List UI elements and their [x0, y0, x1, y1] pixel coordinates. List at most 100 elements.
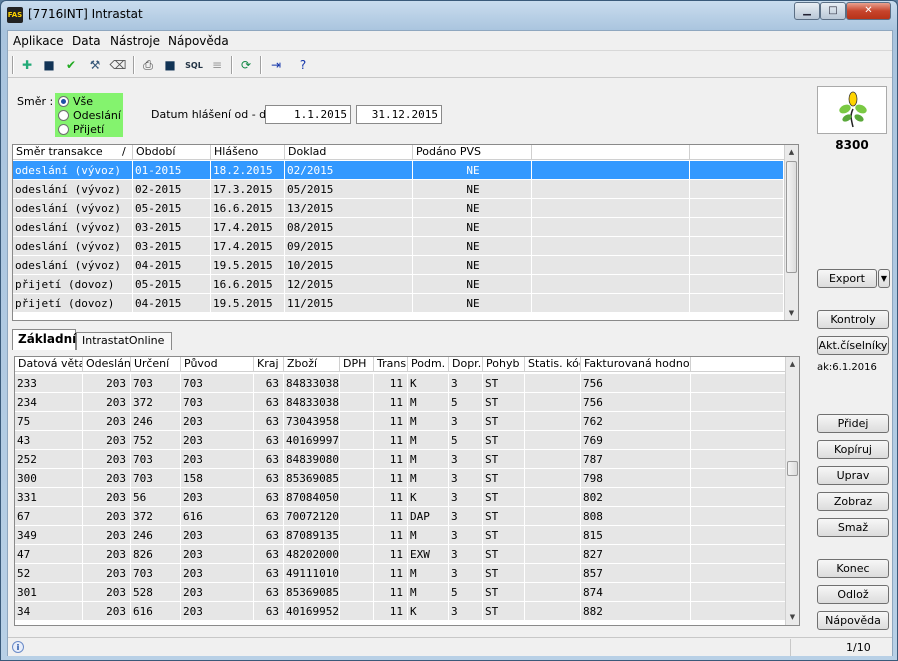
items-col-header[interactable]: Trans.	[374, 357, 408, 372]
report-cell: odeslání (vývoz)	[13, 256, 133, 275]
menu-data[interactable]: Data	[72, 34, 101, 48]
reports-scrollbar[interactable]: ▲ ▼	[784, 145, 798, 320]
item-row[interactable]: 43 203 752 203 63 401699970 11 M 5 ST 769	[15, 431, 785, 450]
akt-ciselniky-button[interactable]: Akt.číselníky	[817, 336, 889, 355]
item-cell: 11	[374, 412, 408, 431]
item-row[interactable]: 300 203 703 158 63 853690850 11 M 3 ST 798	[15, 469, 785, 488]
print-icon[interactable]: ⎙	[138, 55, 158, 75]
check-icon[interactable]: ✔	[61, 55, 81, 75]
eraser-icon[interactable]: ⌫	[108, 55, 128, 75]
item-row[interactable]: 233 203 703 703 63 848330380 11 K 3 ST 756	[15, 374, 785, 393]
minimize-button[interactable]: ▁	[794, 2, 820, 20]
col-hlaseno[interactable]: Hlášeno	[211, 145, 285, 160]
report-row[interactable]: odeslání (vývoz) 02-2015 17.3.2015 05/2015 N…	[13, 180, 784, 199]
radio-all[interactable]: Vše	[58, 95, 118, 108]
item-row[interactable]: 331 203 56 203 63 870840500 11 K 3 ST 802	[15, 488, 785, 507]
help-icon[interactable]: ?	[293, 55, 313, 75]
item-cell	[340, 583, 374, 602]
item-cell	[525, 545, 581, 564]
items-col-header[interactable]: Odeslání	[83, 357, 131, 372]
uprav-button[interactable]: Uprav	[817, 466, 889, 485]
items-scrollbar[interactable]: ▲ ▼	[785, 357, 799, 625]
item-cell: 203	[83, 583, 131, 602]
smaz-button[interactable]: Smaž	[817, 518, 889, 537]
report-cell	[690, 294, 784, 313]
radio-arrival[interactable]: Přijetí	[58, 123, 118, 136]
items-col-header[interactable]: Dopr.	[449, 357, 483, 372]
item-cell: 5	[449, 393, 483, 412]
export-button[interactable]: Export	[817, 269, 877, 288]
items-col-header[interactable]: Fakturovaná hodnota	[581, 357, 691, 372]
item-row[interactable]: 234 203 372 703 63 848330380 11 M 5 ST 756	[15, 393, 785, 412]
items-col-header[interactable]: Pohyb	[483, 357, 525, 372]
odloz-button[interactable]: Odlož	[817, 585, 889, 604]
report-cell	[532, 256, 690, 275]
date-from-input[interactable]: 1.1.2015	[265, 105, 351, 124]
sql-icon[interactable]: SQL	[184, 55, 204, 75]
item-cell: 848390800	[284, 450, 340, 469]
export-icon[interactable]: ■	[160, 55, 180, 75]
items-col-header[interactable]: Statis. kód	[525, 357, 581, 372]
item-cell: 203	[83, 526, 131, 545]
kontroly-button[interactable]: Kontroly	[817, 310, 889, 329]
menu-aplikace[interactable]: Aplikace	[13, 34, 64, 48]
col-smer[interactable]: Směr transakce	[13, 145, 133, 160]
report-cell: 12/2015	[285, 275, 413, 294]
napoveda-button[interactable]: Nápověda	[817, 611, 889, 630]
radio-dispatch[interactable]: Odeslání	[58, 109, 121, 122]
report-cell: odeslání (vývoz)	[13, 218, 133, 237]
col-podano-pvs[interactable]: Podáno PVS	[413, 145, 532, 160]
items-col-header[interactable]: DPH	[340, 357, 374, 372]
item-row[interactable]: 252 203 703 203 63 848390800 11 M 3 ST 787	[15, 450, 785, 469]
exit-icon[interactable]: ⇥	[266, 55, 286, 75]
item-cell: 787	[581, 450, 691, 469]
item-row[interactable]: 47 203 826 203 63 482020000 11 EXW 3 ST 827	[15, 545, 785, 564]
item-row[interactable]: 67 203 372 616 63 700721200 11 DAP 3 ST 808	[15, 507, 785, 526]
item-cell: 203	[83, 393, 131, 412]
pridej-button[interactable]: Přidej	[817, 414, 889, 433]
report-row[interactable]: odeslání (vývoz) 01-2015 18.2.2015 02/2015 N…	[13, 161, 784, 180]
report-row[interactable]: odeslání (vývoz) 03-2015 17.4.2015 08/2015 N…	[13, 218, 784, 237]
item-row[interactable]: 75 203 246 203 63 730439580 11 M 3 ST 762	[15, 412, 785, 431]
tab-zakladni[interactable]: Základní	[12, 329, 76, 350]
col-doklad[interactable]: Doklad	[285, 145, 413, 160]
report-row[interactable]: odeslání (vývoz) 05-2015 16.6.2015 13/2015 N…	[13, 199, 784, 218]
items-col-header[interactable]: Určení	[131, 357, 181, 372]
zobraz-button[interactable]: Zobraz	[817, 492, 889, 511]
konec-button[interactable]: Konec	[817, 559, 889, 578]
item-row[interactable]: 52 203 703 203 63 491110100 11 M 3 ST 857	[15, 564, 785, 583]
new-record-icon[interactable]: ✚	[17, 55, 37, 75]
report-row[interactable]: přijetí (dovoz) 04-2015 19.5.2015 11/2015 NE	[13, 294, 784, 313]
items-col-header[interactable]: Zboží	[284, 357, 340, 372]
item-row[interactable]: 34 203 616 203 63 401699520 11 K 3 ST 882	[15, 602, 785, 621]
report-row[interactable]: přijetí (dovoz) 05-2015 16.6.2015 12/2015 NE	[13, 275, 784, 294]
items-col-header[interactable]: Původ	[181, 357, 254, 372]
report-cell	[690, 256, 784, 275]
maximize-button[interactable]: □	[820, 2, 846, 20]
menu-napoveda[interactable]: Nápověda	[168, 34, 229, 48]
tab-intrastat-online[interactable]: IntrastatOnline	[76, 332, 172, 350]
items-col-header[interactable]: Podm.	[408, 357, 449, 372]
items-col-header[interactable]: Kraj	[254, 357, 284, 372]
item-cell: 63	[254, 469, 284, 488]
item-cell: 401699970	[284, 431, 340, 450]
tools-icon[interactable]: ⚒	[85, 55, 105, 75]
columns-icon[interactable]: ≡	[207, 55, 227, 75]
item-cell: 491110100	[284, 564, 340, 583]
menu-nastroje[interactable]: Nástroje	[110, 34, 160, 48]
date-to-input[interactable]: 31.12.2015	[356, 105, 442, 124]
export-dropdown-button[interactable]: ▼	[878, 269, 890, 288]
edit-icon[interactable]: ■	[39, 55, 59, 75]
item-cell: ST	[483, 469, 525, 488]
item-row[interactable]: 301 203 528 203 63 853690850 11 M 5 ST 874	[15, 583, 785, 602]
report-row[interactable]: odeslání (vývoz) 04-2015 19.5.2015 10/2015 N…	[13, 256, 784, 275]
items-col-header[interactable]: Datová věta	[15, 357, 83, 372]
item-cell: 203	[181, 602, 254, 621]
col-sort-marker: /	[119, 145, 133, 160]
close-button[interactable]: ✕	[846, 2, 891, 20]
item-row[interactable]: 349 203 246 203 63 870891350 11 M 3 ST 815	[15, 526, 785, 545]
report-row[interactable]: odeslání (vývoz) 03-2015 17.4.2015 09/2015 N…	[13, 237, 784, 256]
kopiruj-button[interactable]: Kopíruj	[817, 440, 889, 459]
col-obdobi[interactable]: Období	[133, 145, 211, 160]
refresh-icon[interactable]: ⟳	[236, 55, 256, 75]
